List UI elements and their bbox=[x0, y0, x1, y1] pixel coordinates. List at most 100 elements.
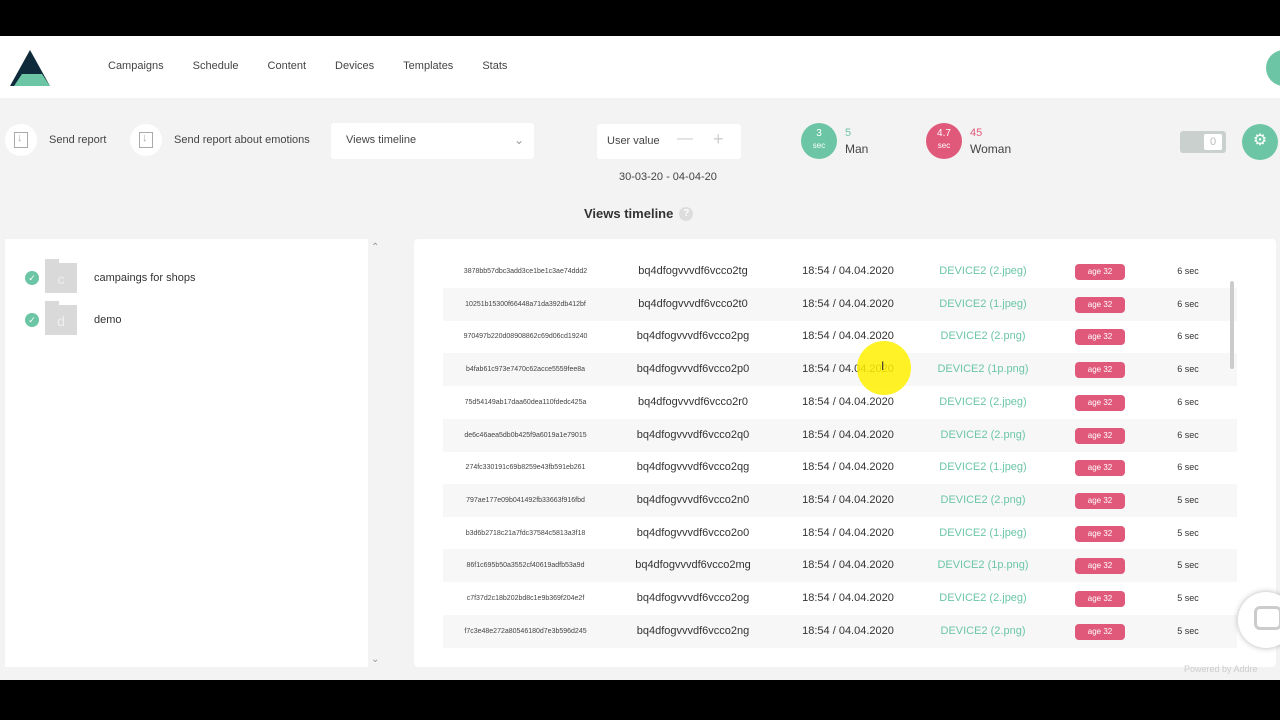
row-duration: 6 sec bbox=[1177, 364, 1199, 375]
user-value-stepper: User value — + bbox=[597, 124, 741, 159]
woman-time-unit: sec bbox=[937, 141, 951, 150]
folder-icon: c bbox=[45, 259, 77, 293]
table-scrollbar[interactable] bbox=[1230, 281, 1234, 369]
send-report-button[interactable]: Send report bbox=[5, 124, 106, 156]
row-hash: b3d6b2718c21a7fdc37584c5813a3f18 bbox=[465, 529, 586, 537]
row-device-link[interactable]: DEVICE2 (2.png) bbox=[918, 615, 1048, 648]
brand-logo-icon[interactable] bbox=[10, 50, 50, 86]
woman-time: 4.7 bbox=[937, 128, 951, 139]
row-age-badge: age 32 bbox=[1075, 362, 1125, 379]
toggle-switch[interactable]: 0 bbox=[1180, 131, 1226, 153]
user-avatar[interactable] bbox=[1266, 50, 1280, 86]
nav-templates[interactable]: Templates bbox=[403, 60, 453, 72]
row-duration: 6 sec bbox=[1177, 462, 1199, 473]
row-duration: 5 sec bbox=[1177, 527, 1199, 538]
download-icon bbox=[5, 124, 37, 156]
row-code: bq4dfogvvvdf6vcco2pg bbox=[636, 330, 750, 343]
row-device-link[interactable]: DEVICE2 (1.jpeg) bbox=[918, 451, 1048, 484]
nav-content[interactable]: Content bbox=[268, 60, 307, 72]
folder-panel: ✓ c campaings for shops ✓ d demo bbox=[5, 239, 368, 667]
scroll-down-icon[interactable]: ⌄ bbox=[371, 654, 379, 665]
row-device-link[interactable]: DEVICE2 (2.png) bbox=[918, 484, 1048, 517]
table-row[interactable]: f7c3e48e272a80546180d7e3b596d245 bq4dfogv… bbox=[443, 614, 1237, 648]
chevron-down-icon: ⌄ bbox=[513, 133, 524, 147]
page-title: Views timeline ? bbox=[584, 206, 694, 221]
row-device-link[interactable]: DEVICE2 (1p.png) bbox=[918, 549, 1048, 582]
check-icon: ✓ bbox=[25, 313, 39, 327]
row-hash: 970497b220d08908862c69d06cd19240 bbox=[463, 333, 588, 341]
table-row[interactable]: 10251b15300f66448a71da392db412bf bq4dfogv… bbox=[443, 287, 1237, 321]
man-time-unit: sec bbox=[812, 141, 826, 150]
row-duration: 6 sec bbox=[1177, 331, 1199, 342]
table-row[interactable]: 797ae177e09b041492fb33663f916fbd bq4dfogv… bbox=[443, 483, 1237, 517]
row-age-badge: age 32 bbox=[1075, 591, 1125, 607]
row-code: bq4dfogvvvdf6vcco2tg bbox=[638, 265, 748, 277]
row-hash: de6c46aea5db0b425f9a6019a1e79015 bbox=[464, 431, 587, 439]
row-device-link[interactable]: DEVICE2 (2.jpeg) bbox=[918, 255, 1048, 288]
table-row[interactable]: b4fab61c973e7470c62acce5559fee8a bq4dfogv… bbox=[443, 353, 1237, 387]
nav-stats[interactable]: Stats bbox=[482, 60, 507, 72]
row-duration: 5 sec bbox=[1177, 625, 1199, 636]
download-icon bbox=[130, 124, 162, 156]
send-report-emotions-label: Send report about emotions bbox=[174, 134, 310, 146]
row-code: bq4dfogvvvdf6vcco2t0 bbox=[638, 297, 748, 310]
folder-item[interactable]: ✓ d demo bbox=[25, 301, 122, 335]
row-device-link[interactable]: DEVICE2 (2.jpeg) bbox=[918, 582, 1048, 615]
folder-item[interactable]: ✓ c campaings for shops bbox=[25, 259, 196, 293]
views-select[interactable]: Views timeline ⌄ bbox=[331, 123, 534, 159]
row-code: bq4dfogvvvdf6vcco2ng bbox=[636, 624, 750, 637]
filter-settings-icon[interactable]: ⚙ bbox=[1242, 124, 1278, 160]
row-device-link[interactable]: DEVICE2 (2.png) bbox=[918, 419, 1048, 452]
row-timestamp: 18:54 / 04.04.2020 bbox=[802, 624, 894, 637]
views-table: 3878bb57dbc3add3ce1be1c3ae74ddd2 bq4dfogv… bbox=[414, 239, 1276, 667]
decrement-button[interactable]: — bbox=[677, 130, 693, 148]
row-age-badge: age 32 bbox=[1075, 427, 1125, 444]
table-row[interactable]: b3d6b2718c21a7fdc37584c5813a3f18 bq4dfogv… bbox=[443, 517, 1237, 550]
row-hash: 3878bb57dbc3add3ce1be1c3ae74ddd2 bbox=[463, 268, 588, 275]
row-timestamp: 18:54 / 04.04.2020 bbox=[802, 526, 894, 539]
table-row[interactable]: 274fc330191c69b8259e43fb591eb261 bq4dfogv… bbox=[443, 451, 1237, 484]
woman-time-badge: 4.7 sec bbox=[926, 123, 962, 159]
nav-campaigns[interactable]: Campaigns bbox=[108, 60, 164, 72]
folder-icon: d bbox=[45, 301, 77, 335]
main-nav: Campaigns Schedule Content Devices Templ… bbox=[108, 60, 536, 72]
help-icon[interactable]: ? bbox=[679, 206, 694, 221]
table-row[interactable]: 75d54149ab17daa60dea110fdedc425a bq4dfogv… bbox=[443, 386, 1237, 419]
send-report-emotions-button[interactable]: Send report about emotions bbox=[130, 124, 310, 156]
scroll-up-icon[interactable]: ⌃ bbox=[371, 242, 379, 253]
increment-button[interactable]: + bbox=[713, 129, 724, 150]
row-hash: 797ae177e09b041492fb33663f916fbd bbox=[466, 496, 585, 504]
table-row[interactable]: 3878bb57dbc3add3ce1be1c3ae74ddd2 bq4dfogv… bbox=[443, 255, 1237, 288]
nav-schedule[interactable]: Schedule bbox=[193, 60, 239, 72]
row-code: bq4dfogvvvdf6vcco2p0 bbox=[636, 363, 750, 376]
row-timestamp: 18:54 / 04.04.2020 bbox=[802, 592, 894, 604]
row-age-badge: age 32 bbox=[1075, 525, 1125, 542]
row-age-badge: age 32 bbox=[1075, 394, 1125, 411]
row-device-link[interactable]: DEVICE2 (1.jpeg) bbox=[918, 517, 1048, 550]
table-row[interactable]: 86f1c695b50a3552cf40619adfb53a9d bq4dfogv… bbox=[443, 549, 1237, 583]
table-row[interactable]: c7f37d2c18b202bd8c1e9b369f204e2f bq4dfogv… bbox=[443, 582, 1237, 615]
man-stat: 3 sec 5 Man bbox=[801, 123, 868, 159]
date-range[interactable]: 30-03-20 - 04-04-20 bbox=[619, 171, 717, 183]
row-hash: c7f37d2c18b202bd8c1e9b369f204e2f bbox=[466, 595, 585, 602]
row-hash: 10251b15300f66448a71da392db412bf bbox=[465, 300, 586, 308]
row-hash: 75d54149ab17daa60dea110fdedc425a bbox=[464, 398, 587, 406]
row-code: bq4dfogvvvdf6vcco2qg bbox=[636, 461, 750, 474]
top-navigation-bar: Campaigns Schedule Content Devices Templ… bbox=[0, 36, 1280, 98]
table-row[interactable]: 970497b220d08908862c69d06cd19240 bq4dfogv… bbox=[443, 320, 1237, 353]
row-device-link[interactable]: DEVICE2 (2.png) bbox=[918, 320, 1048, 353]
woman-label: Woman bbox=[970, 142, 1012, 156]
row-device-link[interactable]: DEVICE2 (1p.png) bbox=[918, 353, 1048, 386]
row-age-badge: age 32 bbox=[1075, 264, 1125, 280]
row-code: bq4dfogvvvdf6vcco2n0 bbox=[636, 493, 750, 506]
table-row[interactable]: de6c46aea5db0b425f9a6019a1e79015 bq4dfogv… bbox=[443, 418, 1237, 452]
row-code: bq4dfogvvvdf6vcco2q0 bbox=[636, 428, 750, 441]
app-viewport: Campaigns Schedule Content Devices Templ… bbox=[0, 36, 1280, 680]
row-device-link[interactable]: DEVICE2 (1.jpeg) bbox=[918, 288, 1048, 321]
row-timestamp: 18:54 / 04.04.2020 bbox=[802, 297, 894, 310]
row-code: bq4dfogvvvdf6vcco2r0 bbox=[637, 395, 749, 408]
man-label: Man bbox=[845, 142, 869, 156]
row-device-link[interactable]: DEVICE2 (2.jpeg) bbox=[918, 386, 1048, 419]
nav-devices[interactable]: Devices bbox=[335, 60, 374, 72]
row-timestamp: 18:54 / 04.04.2020 bbox=[802, 428, 894, 441]
